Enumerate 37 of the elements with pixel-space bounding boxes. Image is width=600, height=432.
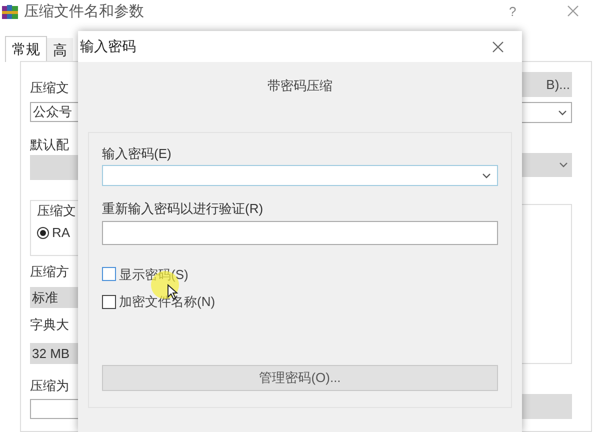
dropdown-field[interactable] xyxy=(30,155,78,180)
close-icon[interactable] xyxy=(492,40,504,52)
field-label: 默认配 xyxy=(30,137,70,153)
checkbox[interactable] xyxy=(102,294,116,309)
checkbox-label: 加密文件名称(N) xyxy=(119,293,216,311)
books-icon xyxy=(2,4,18,20)
close-icon[interactable] xyxy=(567,5,579,17)
chevron-down-icon xyxy=(559,162,568,168)
tab[interactable]: 高 xyxy=(47,38,73,62)
field-label: 重新输入密码以进行验证(R) xyxy=(102,200,264,218)
chevron-down-icon xyxy=(482,172,491,178)
dropdown-field[interactable]: 标准 xyxy=(30,287,78,308)
tab[interactable]: 常规 xyxy=(5,36,47,62)
chevron-down-icon xyxy=(558,110,567,116)
window-title: 压缩文件名和参数 xyxy=(24,2,144,22)
field-label: 压缩方 xyxy=(30,264,70,280)
help-button[interactable]: ? xyxy=(509,2,516,22)
field-label: 压缩文 xyxy=(30,80,70,96)
checkbox[interactable] xyxy=(102,267,116,282)
field-label: 输入密码(E) xyxy=(102,144,172,163)
dropdown-field[interactable]: 32 MB xyxy=(30,343,78,364)
button[interactable]: B)... xyxy=(522,72,572,97)
dialog-heading: 带密码压缩 xyxy=(268,77,332,95)
field-label: 压缩为 xyxy=(30,378,70,394)
dropdown-field[interactable] xyxy=(522,153,572,177)
button[interactable] xyxy=(522,394,572,419)
manage-passwords-button[interactable]: 管理密码(O)... xyxy=(102,364,498,390)
input-field[interactable] xyxy=(30,399,78,419)
group-label: 压缩文 xyxy=(37,203,77,219)
input-field[interactable]: 公众号 xyxy=(30,102,78,122)
dialog-title: 输入密码 xyxy=(80,37,136,56)
confirm-password-field[interactable] xyxy=(102,220,498,244)
dropdown-field[interactable] xyxy=(522,102,572,123)
field-label: 字典大 xyxy=(30,317,70,333)
radio-label: RA xyxy=(52,225,70,241)
password-field[interactable] xyxy=(102,165,498,186)
checkbox-label: 显示密码(S) xyxy=(119,266,188,284)
